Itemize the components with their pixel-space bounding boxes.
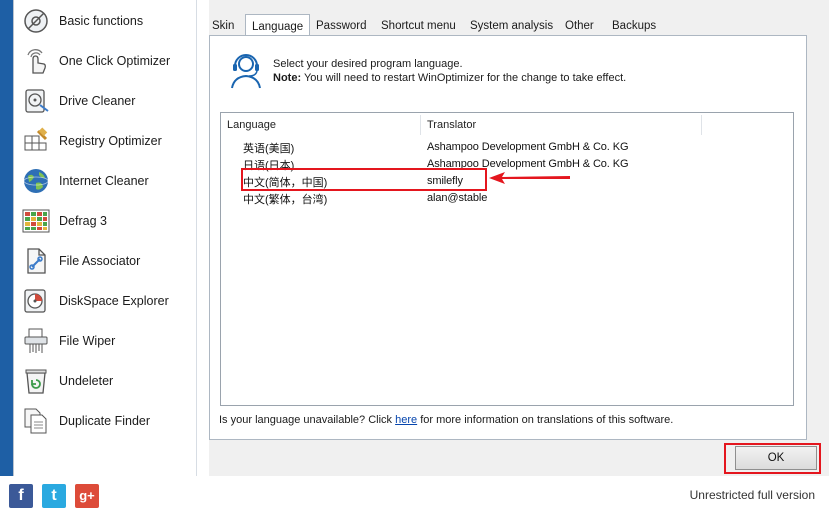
sidebar-item-label: File Associator [59,254,141,268]
support-headset-icon [228,50,264,90]
tab-bar: Skin Language Password Shortcut menu Sys… [209,14,829,37]
sidebar-item-label: Defrag 3 [59,214,107,228]
diskspace-explorer-icon [22,287,50,315]
google-plus-icon[interactable]: g+ [75,484,99,508]
column-header-translator[interactable]: Translator [427,113,476,135]
language-info-text: Select your desired program language. No… [273,58,626,85]
sidebar-item-label: Drive Cleaner [59,94,136,108]
tab-system-analysis[interactable]: System analysis [470,16,553,36]
sidebar-item-internet-cleaner[interactable]: Internet Cleaner [22,163,192,199]
sidebar-item-label: Registry Optimizer [59,134,162,148]
language-cell[interactable]: 中文(繁体，台湾) [243,191,327,207]
settings-window: Basic functions One Click Optimizer Driv… [13,0,829,476]
defrag-icon [22,207,50,235]
translator-cell[interactable]: Ashampoo Development GmbH & Co. KG [427,141,629,153]
sidebar-item-label: Duplicate Finder [59,414,151,428]
basic-functions-icon [22,7,50,35]
info-note: Note: You will need to restart WinOptimi… [273,72,626,86]
registry-optimizer-icon [22,127,50,155]
sidebar-item-label: Internet Cleaner [59,174,149,188]
sidebar-item-registry-optimizer[interactable]: Registry Optimizer [22,123,192,159]
column-header-language[interactable]: Language [227,113,276,135]
tab-password[interactable]: Password [316,16,367,36]
drive-cleaner-icon [22,87,50,115]
sidebar-item-label: DiskSpace Explorer [59,294,169,308]
translator-cell[interactable]: alan@stable [427,192,487,204]
sidebar-item-duplicate-finder[interactable]: Duplicate Finder [22,403,192,439]
sidebar-item-one-click-optimizer[interactable]: One Click Optimizer [22,43,192,79]
language-cell[interactable]: 英语(美国) [243,140,294,156]
undeleter-icon [22,367,50,395]
footer-text-before: Is your language unavailable? Click [219,414,396,426]
sidebar-item-file-wiper[interactable]: File Wiper [22,323,192,359]
sidebar-item-basic-functions[interactable]: Basic functions [22,3,192,39]
column-divider [701,115,702,135]
sidebar: Basic functions One Click Optimizer Driv… [14,0,197,476]
duplicate-finder-icon [22,407,50,435]
one-click-optimizer-icon [22,47,50,75]
tab-other[interactable]: Other [565,16,594,36]
version-label: Unrestricted full version [689,488,815,502]
column-divider [420,115,421,135]
tab-skin[interactable]: Skin [212,16,234,36]
file-wiper-icon [22,327,50,355]
sidebar-item-label: Basic functions [59,14,144,28]
footer-text-after: for more information on translations of … [417,414,674,426]
tab-backups[interactable]: Backups [612,16,656,36]
sidebar-item-label: One Click Optimizer [59,54,171,68]
sidebar-item-diskspace-explorer[interactable]: DiskSpace Explorer [22,283,192,319]
language-list[interactable]: Language Translator 英语(美国) Ashampoo Deve… [220,112,794,406]
sidebar-item-label: Undeleter [59,374,114,388]
sidebar-item-defrag[interactable]: Defrag 3 [22,203,192,239]
sidebar-item-file-associator[interactable]: File Associator [22,243,192,279]
internet-cleaner-icon [22,167,50,195]
sidebar-item-undeleter[interactable]: Undeleter [22,363,192,399]
info-line: Select your desired program language. [273,58,463,70]
translation-footer: Is your language unavailable? Click here… [219,414,673,426]
sidebar-item-drive-cleaner[interactable]: Drive Cleaner [22,83,192,119]
note-text: You will need to restart WinOptimizer fo… [301,71,627,84]
file-associator-icon [22,247,50,275]
tab-language[interactable]: Language [245,14,311,37]
ok-highlight-box [724,443,821,474]
here-link[interactable]: here [395,414,417,426]
facebook-icon[interactable]: f [9,484,33,508]
red-arrow-icon [489,172,570,184]
note-label: Note: [273,71,302,84]
settings-content: Skin Language Password Shortcut menu Sys… [209,0,829,476]
row-highlight-box [241,168,487,191]
tab-shortcut-menu[interactable]: Shortcut menu [381,16,456,36]
sidebar-item-label: File Wiper [59,334,116,348]
language-panel: Select your desired program language. No… [209,35,807,440]
twitter-icon[interactable]: t [42,484,66,508]
